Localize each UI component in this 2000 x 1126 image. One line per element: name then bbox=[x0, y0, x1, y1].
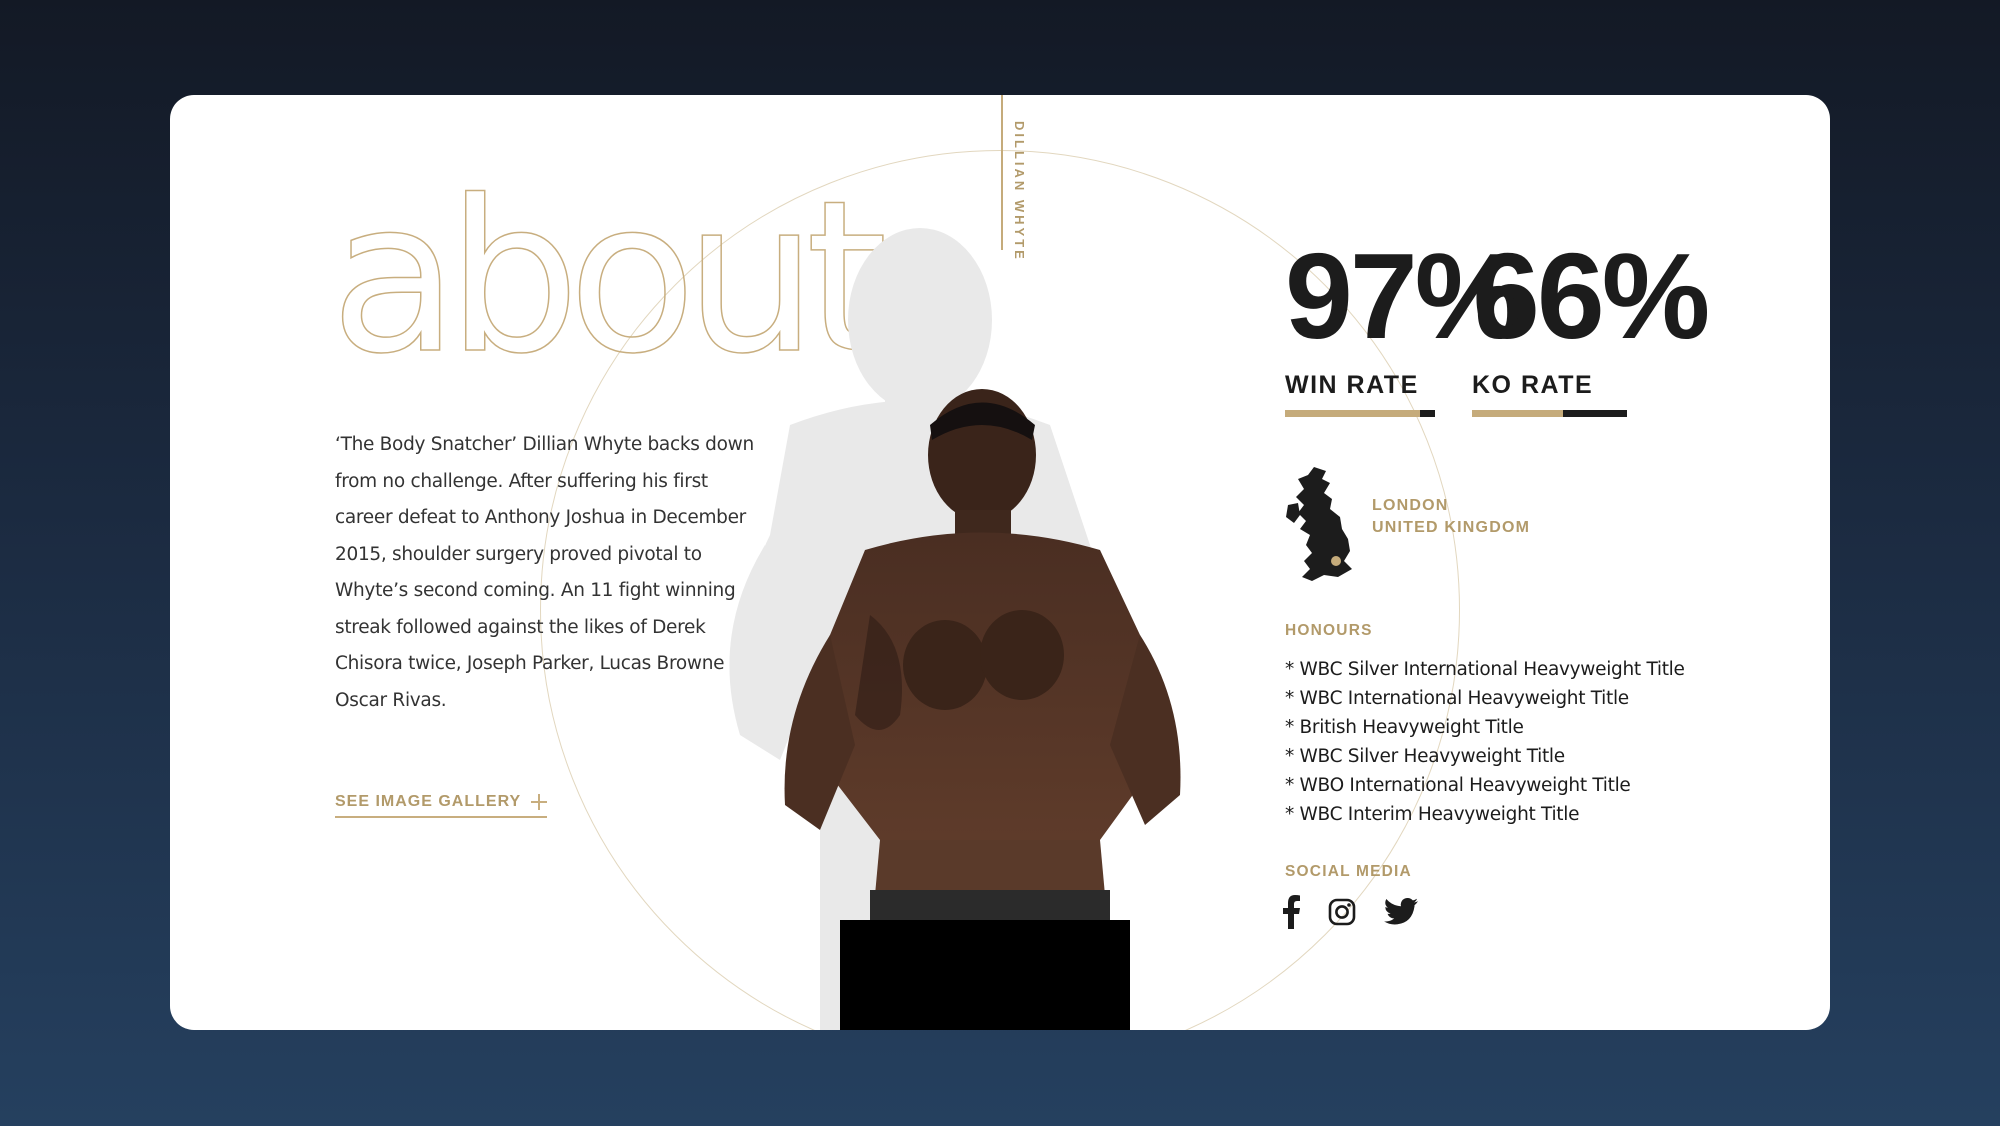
honours-item: * WBC Silver International Heavyweight T… bbox=[1285, 659, 1685, 680]
honours-item: * WBC Interim Heavyweight Title bbox=[1285, 804, 1580, 825]
social-media-label: SOCIAL MEDIA bbox=[1285, 863, 1412, 880]
social-icons bbox=[1282, 895, 1418, 934]
honours-label: HONOURS bbox=[1285, 622, 1373, 639]
honours-list: * WBC Silver International Heavyweight T… bbox=[1285, 655, 1685, 829]
uk-map-icon bbox=[1286, 467, 1352, 581]
location-country: UNITED KINGDOM bbox=[1372, 519, 1531, 536]
plus-icon bbox=[531, 794, 548, 810]
ko-rate-value: 66% bbox=[1472, 228, 1710, 364]
ko-rate-bar-fill bbox=[1472, 410, 1564, 417]
see-image-gallery-link[interactable]: SEE IMAGE GALLERY bbox=[335, 793, 548, 818]
honours-item: * WBC International Heavyweight Title bbox=[1285, 688, 1629, 709]
ko-rate-stat: 66% KO RATE bbox=[1472, 228, 1710, 417]
location: LONDON UNITED KINGDOM bbox=[1372, 495, 1530, 539]
ko-rate-bar bbox=[1472, 410, 1627, 417]
facebook-icon[interactable] bbox=[1282, 895, 1300, 934]
honours-item: * WBO International Heavyweight Title bbox=[1285, 775, 1631, 796]
boxer-figure bbox=[784, 389, 1181, 1030]
twitter-icon[interactable] bbox=[1384, 898, 1418, 931]
location-city: LONDON bbox=[1372, 497, 1449, 514]
ko-rate-label: KO RATE bbox=[1472, 371, 1594, 399]
gallery-link-label: SEE IMAGE GALLERY bbox=[335, 793, 522, 810]
win-rate-bar-fill bbox=[1285, 410, 1420, 417]
about-card: DILLIAN WHYTE about ‘The Body Snatcher’ … bbox=[170, 95, 1830, 1030]
instagram-icon[interactable] bbox=[1328, 898, 1356, 931]
win-rate-bar bbox=[1285, 410, 1435, 417]
honours-item: * WBC Silver Heavyweight Title bbox=[1285, 746, 1565, 767]
boxer-photo bbox=[670, 215, 1190, 1030]
honours-item: * British Heavyweight Title bbox=[1285, 717, 1524, 738]
